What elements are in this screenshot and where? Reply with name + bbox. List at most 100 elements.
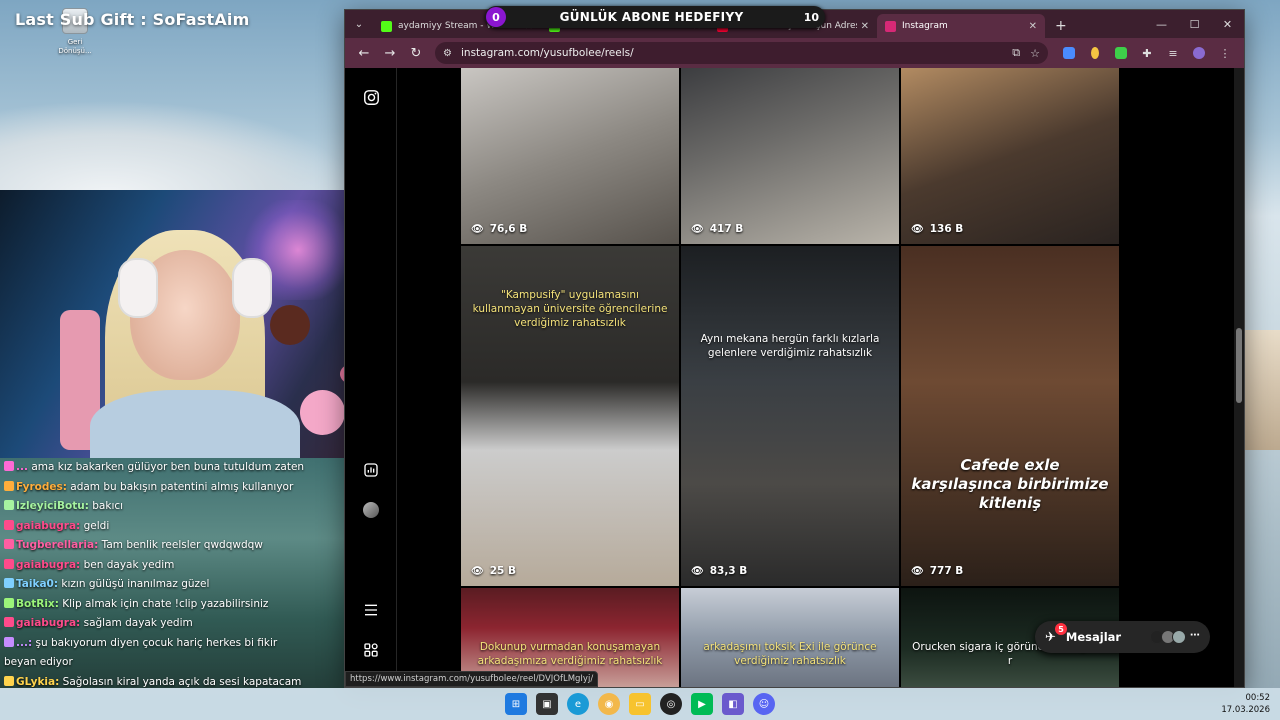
taskbar: ⊞ ▣ e ◉ ▭ ◎ ▶ ◧ ☺ 00:52 17.03.2026 [0,688,1280,720]
page-scrollbar[interactable] [1234,68,1244,687]
chat-text: şu bakıyorum diyen çocuk hariç herkes bi… [35,636,278,649]
minimize-button[interactable]: — [1145,10,1178,38]
scrollbar-thumb[interactable] [1236,328,1242,403]
kick-app-icon[interactable]: ▶ [691,693,713,715]
more-menu-icon[interactable] [361,600,381,620]
start-windows-icon[interactable]: ⊞ [505,693,527,715]
instagram-logo-icon[interactable] [361,87,381,107]
tab-title: Instagram [902,21,948,31]
chat-username: IzleyiciBotu: [16,500,89,512]
profile-avatar-icon[interactable] [1186,40,1212,66]
browser-menu-icon[interactable]: ⋮ [1212,40,1238,66]
reel-view-count: 👁 83,3 B [691,565,747,577]
reel-tile[interactable]: Aynı mekana hergün farklı kızlarla gelen… [681,246,899,586]
close-tab-icon[interactable]: ✕ [861,21,869,32]
chat-badge-icon [4,636,14,647]
chat-message: BotRix: Klip almak için chate !clip yaza… [0,595,344,615]
reel-tile[interactable]: 👁 136 B [901,68,1119,244]
media-control-icon[interactable]: ≡ [1160,40,1186,66]
chat-text: sağlam dayak yedim [83,617,193,629]
discord-icon[interactable]: ☺ [753,693,775,715]
messages-button[interactable]: ✈ 5 Mesajlar ⋯ [1035,621,1210,653]
site-info-icon[interactable]: ⚙ [443,48,457,59]
headset-right [232,258,272,318]
reel-tile[interactable]: arkadaşımı toksik Exi ile görünce verdiğ… [681,588,899,687]
goal-title: GÜNLÜK ABONE HEDEFIYY [559,10,744,24]
chat-text: adam bu bakışın patentini almış kullanıy… [70,480,294,493]
chat-username: ... [16,461,28,473]
tab-4[interactable]: Instagram ✕ [877,14,1045,38]
reel-view-count: 👁 76,6 B [471,223,527,235]
translate-extension-icon[interactable] [1056,40,1082,66]
chat-username: gaiabugra: [16,617,81,629]
goal-target: 10 [803,10,819,24]
chat-username: gaiabugra: [16,519,81,532]
chat-text: ama kız bakarken gülüyor ben buna tutuld… [31,461,305,473]
chat-text: Tam benlik reelsler qwdqwdqw [101,539,263,551]
obs-studio-icon[interactable]: ◎ [660,693,682,715]
bookmark-star-icon[interactable]: ☆ [1030,47,1040,60]
chat-message: gaiabugra: ben dayak yedim [0,556,344,576]
address-url: instagram.com/yusufbolee/reels/ [461,47,634,59]
edge-browser-icon[interactable]: e [567,693,589,715]
forward-button[interactable]: → [377,40,403,66]
app-purple-icon[interactable]: ◧ [722,693,744,715]
chat-badge-icon [4,519,14,530]
chat-badge-icon [4,617,14,627]
reel-view-count: 👁 25 B [471,565,516,577]
address-bar[interactable]: ⚙ instagram.com/yusufbolee/reels/ ⧉ ☆ [435,42,1048,64]
webcam-overlay [0,190,398,458]
also-from-meta-icon[interactable] [361,640,381,660]
kick-icon [381,20,392,32]
chat-username: ...: [16,636,33,649]
close-window-button[interactable]: ✕ [1211,10,1244,38]
view-count-text: 76,6 B [489,223,528,235]
view-count-text: 777 B [929,565,964,577]
chat-message: GLykia: Sağolasın kiral yanda açık da se… [0,673,344,689]
reel-caption: Cafede exle karşılaşınca birbirimize kit… [911,456,1109,512]
instagram-icon [885,20,896,32]
back-button[interactable]: ← [351,40,377,66]
reel-caption: "Kampusify" uygulamasını kullanmayan üni… [472,289,668,329]
profile-avatar-icon[interactable] [361,500,381,520]
chat-message: Tugberellaria: Tam benlik reelsler qwdqw… [0,536,344,556]
window-controls: — ☐ ✕ [1145,10,1244,38]
eye-icon: 👁 [471,565,484,577]
new-tab-button[interactable]: + [1045,14,1077,38]
maximize-button[interactable]: ☐ [1178,10,1211,38]
reel-view-count: 👁 417 B [691,223,743,235]
chat-badge-icon [4,480,14,491]
plush-bear [270,305,310,345]
task-view-icon[interactable]: ▣ [536,693,558,715]
chat-message: ... ama kız bakarken gülüyor ben buna tu… [0,458,344,478]
system-clock[interactable]: 00:52 17.03.2026 [1221,692,1270,716]
chat-username: Fyrodes: [16,480,67,493]
extensions-puzzle-icon[interactable]: ✚ [1134,40,1160,66]
dashboard-icon[interactable] [361,460,381,480]
extension-green-icon[interactable] [1108,40,1134,66]
chat-list: ... ama kız bakarken gülüyor ben buna tu… [0,458,344,688]
instagram-sidebar [345,68,397,687]
tab-search-button[interactable]: ⌄ [345,10,373,38]
messages-label: Mesajlar [1065,630,1122,644]
install-app-icon[interactable]: ⧉ [1012,46,1020,60]
chat-text: Sağolasın kiral yanda açık da sesi kapat… [62,675,302,688]
chat-text: ben dayak yedim [83,558,175,571]
reel-tile[interactable]: 👁 417 B [681,68,899,244]
chat-username: Taika0: [16,578,59,590]
reel-tile[interactable]: "Kampusify" uygulamasını kullanmayan üni… [461,246,679,586]
reel-tile[interactable]: Cafede exle karşılaşınca birbirimize kit… [901,246,1119,586]
close-tab-icon[interactable]: ✕ [1029,21,1037,32]
chat-message: Taika0: kızın gülüşü inanılmaz güzel [0,575,344,595]
eye-icon: 👁 [691,223,704,235]
chrome-browser-icon[interactable]: ◉ [598,693,620,715]
reload-button[interactable]: ↻ [403,40,429,66]
reel-caption: Aynı mekana hergün farklı kızlarla gelen… [700,333,880,359]
extension-lamp-icon[interactable] [1082,40,1108,66]
chat-message: beyan ediyor [0,653,344,673]
reel-tile[interactable]: 👁 76,6 B [461,68,679,244]
messages-avatars: ⋯ [1150,630,1200,644]
link-status-bar: https://www.instagram.com/yusufbolee/ree… [345,671,599,687]
file-explorer-icon[interactable]: ▭ [629,693,651,715]
eye-icon: 👁 [691,565,704,577]
